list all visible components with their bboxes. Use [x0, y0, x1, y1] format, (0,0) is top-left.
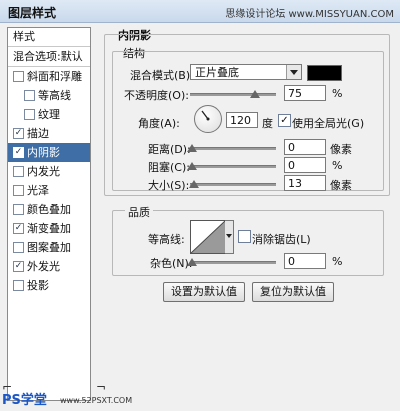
- choke-label: 阻塞(C):: [148, 161, 190, 174]
- window-title: 图层样式: [8, 6, 57, 20]
- style-item-label: 外发光: [27, 260, 60, 273]
- opacity-slider-thumb[interactable]: [249, 90, 260, 98]
- style-item[interactable]: ✓ 描边: [8, 124, 90, 143]
- ps-watermark-text: PS学堂: [2, 393, 47, 408]
- style-item-checkbox[interactable]: ✓: [13, 223, 24, 234]
- contour-preview[interactable]: [190, 220, 226, 254]
- style-item[interactable]: 内发光: [8, 162, 90, 181]
- angle-label: 角度(A):: [138, 117, 180, 130]
- style-item-checkbox[interactable]: [13, 166, 24, 177]
- quality-title: 品质: [125, 204, 153, 220]
- shadow-color-swatch[interactable]: [307, 65, 342, 81]
- style-item-checkbox[interactable]: ✓: [13, 147, 24, 158]
- contour-label: 等高线:: [148, 233, 185, 246]
- reset-default-button[interactable]: 复位为默认值: [252, 282, 334, 302]
- blend-options-item[interactable]: 混合选项:默认: [8, 47, 90, 67]
- distance-unit: 像素: [330, 143, 352, 156]
- antialias-label[interactable]: 消除锯齿(L): [252, 231, 311, 247]
- chevron-down-icon: [286, 65, 301, 79]
- styles-list: 样式 混合选项:默认 斜面和浮雕 等高线 纹理 ✓ 描边 ✓ 内阴影 内发光 光泽 颜色叠加 ✓ 渐变…: [7, 27, 91, 401]
- title-bar: 图层样式 思缘设计论坛 www.MISSYUAN.COM: [0, 0, 400, 23]
- style-item-checkbox[interactable]: [13, 242, 24, 253]
- distance-input[interactable]: 0: [284, 139, 326, 155]
- style-item[interactable]: 光泽: [8, 181, 90, 200]
- style-item[interactable]: 图案叠加: [8, 238, 90, 257]
- style-item-label: 内发光: [27, 165, 60, 178]
- watermark-text: 思缘设计论坛 www.MISSYUAN.COM: [225, 9, 394, 20]
- antialias-checkbox[interactable]: [238, 230, 251, 243]
- style-item[interactable]: 斜面和浮雕: [8, 67, 90, 86]
- distance-slider-track[interactable]: [190, 147, 276, 150]
- opacity-slider-track[interactable]: [190, 93, 276, 96]
- style-item-checkbox[interactable]: [13, 204, 24, 215]
- style-item-label: 纹理: [38, 108, 60, 121]
- style-item-checkbox[interactable]: [24, 90, 35, 101]
- make-default-button[interactable]: 设置为默认值: [163, 282, 245, 302]
- angle-indicator-icon: [201, 110, 210, 121]
- ps-watermark: PS学堂: [2, 389, 47, 408]
- style-item-label: 颜色叠加: [27, 203, 71, 216]
- site-watermark: www.52PSXT.COM: [60, 396, 133, 405]
- corner-deco-icon: ¬: [96, 380, 107, 394]
- style-item-checkbox[interactable]: ✓: [13, 128, 24, 139]
- blend-mode-select[interactable]: 正片叠底: [190, 64, 302, 80]
- style-item-label: 等高线: [38, 89, 71, 102]
- style-item-checkbox[interactable]: [13, 185, 24, 196]
- distance-label: 距离(D):: [148, 143, 191, 156]
- blend-options-label: 混合选项:默认: [13, 50, 83, 63]
- style-item[interactable]: ✓ 内阴影: [8, 143, 90, 162]
- choke-slider-track[interactable]: [190, 165, 276, 168]
- style-item-label: 渐变叠加: [27, 222, 71, 235]
- style-item[interactable]: 等高线: [8, 86, 90, 105]
- choke-slider-thumb[interactable]: [187, 162, 197, 170]
- style-item-checkbox[interactable]: [13, 71, 24, 82]
- size-unit: 像素: [330, 179, 352, 192]
- style-item-label: 图案叠加: [27, 241, 71, 254]
- styles-header[interactable]: 样式: [8, 28, 90, 47]
- size-input[interactable]: 13: [284, 175, 326, 191]
- style-item-label: 投影: [27, 279, 49, 292]
- noise-slider-thumb[interactable]: [187, 258, 197, 266]
- global-light-label[interactable]: 使用全局光(G): [292, 115, 364, 131]
- style-item[interactable]: 纹理: [8, 105, 90, 124]
- style-item-label: 光泽: [27, 184, 49, 197]
- noise-unit: %: [332, 255, 343, 268]
- checkmark-icon: ✓: [280, 115, 289, 126]
- style-item-checkbox[interactable]: [24, 109, 35, 120]
- style-item-checkbox[interactable]: ✓: [13, 261, 24, 272]
- style-item[interactable]: 投影: [8, 276, 90, 295]
- blend-mode-value: 正片叠底: [195, 66, 239, 79]
- contour-dropdown-button[interactable]: [225, 220, 234, 254]
- opacity-input[interactable]: 75: [284, 85, 326, 101]
- style-item[interactable]: ✓ 外发光: [8, 257, 90, 276]
- noise-slider-track[interactable]: [190, 261, 276, 264]
- angle-unit: 度: [262, 117, 273, 130]
- size-label: 大小(S):: [148, 179, 190, 192]
- opacity-unit: %: [332, 87, 343, 100]
- style-item-label: 内阴影: [27, 146, 60, 159]
- size-slider-thumb[interactable]: [189, 180, 200, 188]
- angle-input[interactable]: 120: [226, 112, 258, 128]
- global-light-checkbox[interactable]: ✓: [278, 114, 291, 127]
- blend-mode-label: 混合模式(B):: [130, 69, 194, 82]
- style-item-label: 描边: [27, 127, 49, 140]
- style-item-checkbox[interactable]: [13, 280, 24, 291]
- distance-slider-thumb[interactable]: [187, 144, 197, 152]
- opacity-label: 不透明度(O):: [124, 89, 189, 102]
- style-item-label: 斜面和浮雕: [27, 70, 82, 83]
- size-slider-track[interactable]: [190, 183, 276, 186]
- style-item[interactable]: ✓ 渐变叠加: [8, 219, 90, 238]
- noise-input[interactable]: 0: [284, 253, 326, 269]
- angle-dial[interactable]: [194, 105, 222, 133]
- contour-curve-icon: [191, 221, 225, 253]
- style-item[interactable]: 颜色叠加: [8, 200, 90, 219]
- choke-unit: %: [332, 159, 343, 172]
- choke-input[interactable]: 0: [284, 157, 326, 173]
